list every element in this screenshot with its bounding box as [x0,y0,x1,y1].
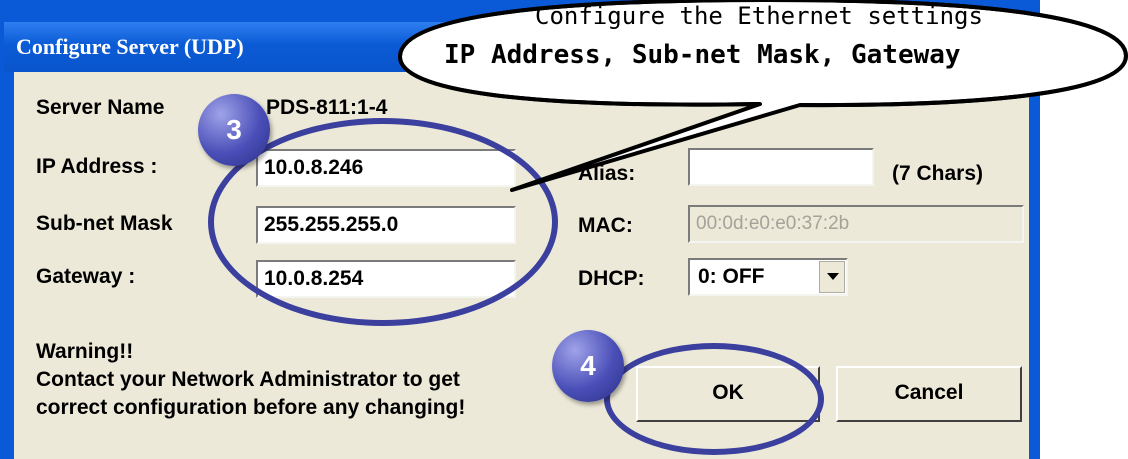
dhcp-selected-value: 0: OFF [698,265,765,288]
dhcp-label: DHCP: [578,267,645,290]
gateway-label: Gateway : [36,265,136,288]
warning-line-2: correct configuration before any changin… [36,396,466,419]
chevron-down-icon [827,273,839,280]
step-3-badge: 3 [198,94,270,166]
warning-text: Warning!! Contact your Network Administr… [36,338,465,422]
warning-heading: Warning!! [36,340,134,363]
callout-line-1: Configure the Ethernet settings [535,2,983,30]
dropdown-button[interactable] [819,261,845,293]
subnet-mask-label: Sub-net Mask [36,212,173,235]
warning-line-1: Contact your Network Administrator to ge… [36,368,460,391]
speech-bubble [397,0,1128,192]
step-4-badge: 4 [552,330,624,402]
cancel-button[interactable]: Cancel [836,366,1022,422]
callout-line-2: IP Address, Sub-net Mask, Gateway [444,40,961,70]
mac-label: MAC: [578,214,633,237]
mac-input [688,205,1024,243]
step-4-highlight-ring [604,343,824,455]
dhcp-select[interactable]: 0: OFF [688,258,848,296]
